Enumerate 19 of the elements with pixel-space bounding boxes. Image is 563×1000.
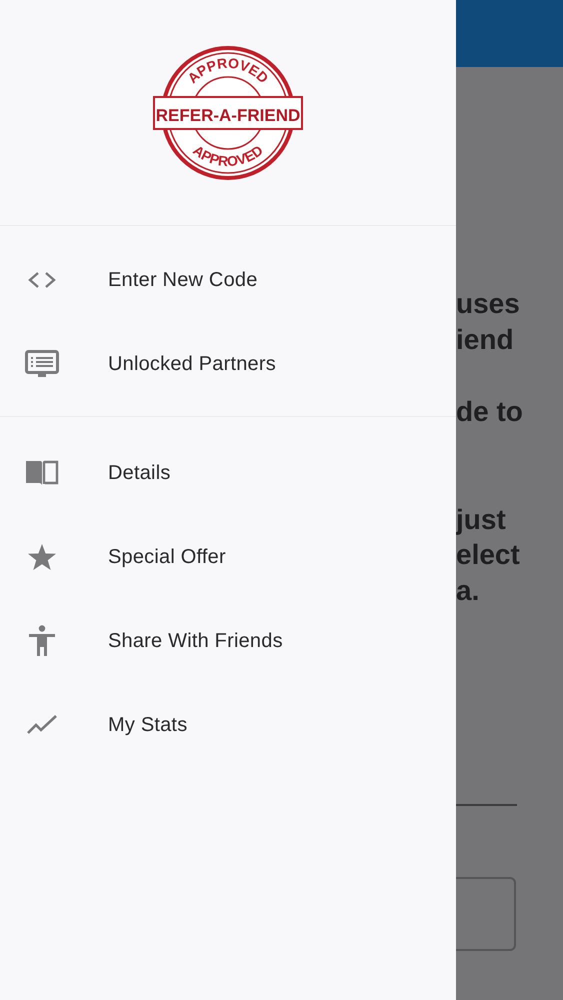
menu-item[interactable]: Share With Friends	[108, 630, 283, 652]
code-icon	[27, 271, 57, 289]
menu-item[interactable]: My Stats	[108, 714, 188, 736]
menu-item[interactable]: Special Offer	[108, 546, 226, 568]
star-icon	[27, 543, 57, 571]
person-icon	[28, 625, 56, 657]
stamp-text: REFER-A-FRIEND	[156, 106, 300, 124]
book-icon	[25, 460, 59, 486]
body-text: a.	[456, 574, 480, 608]
trend-line-icon	[27, 715, 57, 735]
body-text: de to	[456, 395, 523, 429]
monitor-list-icon	[25, 350, 59, 378]
body-text: elect	[456, 538, 520, 572]
body-text: uses	[456, 287, 520, 321]
menu-item[interactable]: Details	[108, 462, 171, 484]
menu-item[interactable]: Unlocked Partners	[108, 352, 276, 376]
body-text: iend	[456, 322, 514, 356]
menu-item[interactable]: Enter New Code	[108, 268, 258, 292]
stamp-text: APPROVED	[190, 141, 266, 169]
